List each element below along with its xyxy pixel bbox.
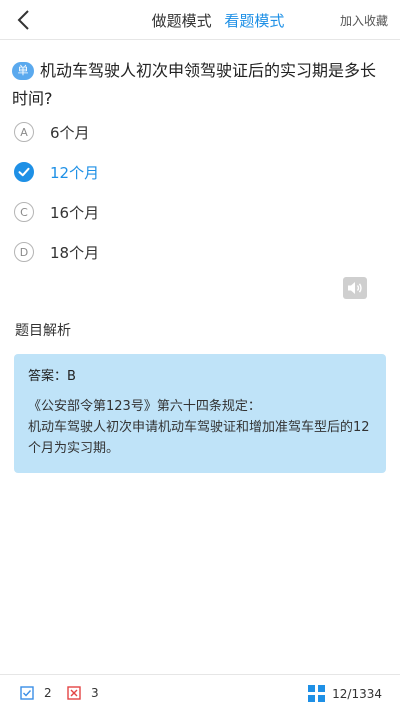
option-d-label: 18个月 bbox=[50, 243, 100, 262]
option-a-marker: A bbox=[14, 122, 34, 142]
explanation-source: 《公安部令第123号》第六十四条规定： bbox=[28, 399, 261, 414]
option-a-label: 6个月 bbox=[50, 123, 90, 142]
bottom-bar: 2 3 12/1334 bbox=[0, 674, 400, 711]
speaker-icon bbox=[348, 282, 362, 294]
explanation-text: 机动车驾驶人初次申请机动车驾驶证和增加准驾车型后的12个月为实习期。 bbox=[28, 420, 370, 456]
wrong-count: 3 bbox=[91, 686, 99, 700]
option-d[interactable]: D 18个月 bbox=[14, 232, 384, 272]
question-progress-button[interactable]: 12/1334 bbox=[307, 684, 382, 703]
progress-counter: 12/1334 bbox=[332, 686, 382, 701]
answer-text: 答案：B bbox=[28, 369, 76, 384]
option-c-label: 16个月 bbox=[50, 203, 100, 222]
question-type-badge: 单 bbox=[12, 62, 34, 80]
check-box-icon bbox=[20, 686, 34, 700]
play-audio-button[interactable] bbox=[343, 277, 367, 299]
correct-count-stat: 2 bbox=[20, 686, 52, 700]
x-box-icon bbox=[67, 686, 81, 700]
check-icon bbox=[14, 162, 34, 182]
option-c[interactable]: C 16个月 bbox=[14, 192, 384, 232]
analysis-heading: 题目解析 bbox=[15, 323, 71, 339]
top-bar: 做题模式 看题模式 加入收藏 bbox=[0, 0, 400, 40]
tab-practice-mode[interactable]: 做题模式 bbox=[152, 10, 212, 31]
option-b-label: 12个月 bbox=[50, 163, 100, 182]
option-list: A 6个月 12个月 C 16个月 D 18个月 bbox=[14, 112, 384, 272]
question-text: 机动车驾驶人初次申领驾驶证后的实习期是多长时间? bbox=[12, 61, 377, 108]
question-text-block: 单机动车驾驶人初次申领驾驶证后的实习期是多长时间? bbox=[12, 57, 390, 113]
option-b[interactable]: 12个月 bbox=[14, 152, 384, 192]
wrong-count-stat: 3 bbox=[67, 686, 99, 700]
add-to-favorites-button[interactable]: 加入收藏 bbox=[340, 12, 388, 29]
option-d-marker: D bbox=[14, 242, 34, 262]
grid-icon bbox=[308, 685, 326, 702]
correct-count: 2 bbox=[44, 686, 52, 700]
option-c-marker: C bbox=[14, 202, 34, 222]
tab-view-mode[interactable]: 看题模式 bbox=[224, 10, 284, 31]
option-a[interactable]: A 6个月 bbox=[14, 112, 384, 152]
analysis-panel: 答案：B 《公安部令第123号》第六十四条规定： 机动车驾驶人初次申请机动车驾驶… bbox=[14, 354, 386, 473]
